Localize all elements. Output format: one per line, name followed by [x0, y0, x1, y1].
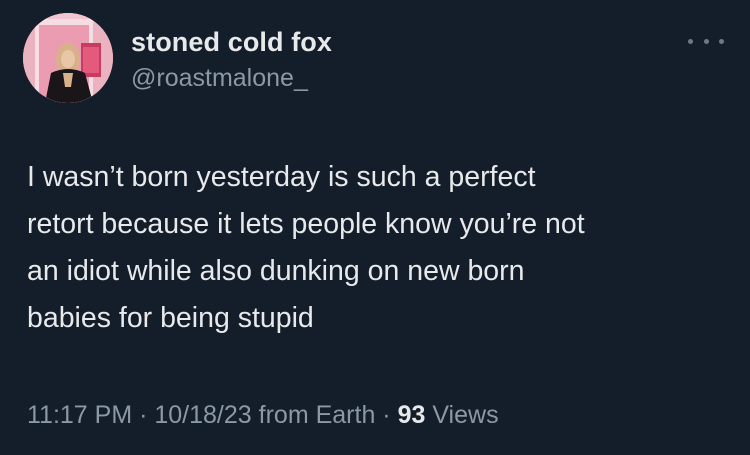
profile-photo — [23, 13, 113, 103]
views-label: Views — [425, 401, 499, 429]
avatar[interactable] — [23, 13, 113, 103]
tweet-text-line: retort because it lets people know you’r… — [27, 208, 585, 240]
display-name[interactable]: stoned cold fox — [131, 27, 332, 58]
more-icon[interactable] — [688, 34, 724, 48]
tweet-text-line: I wasn’t born yesterday is such a perfec… — [27, 161, 536, 193]
views-count[interactable]: 93 — [398, 401, 426, 429]
tweet-text-line: an idiot while also dunking on new born — [27, 255, 525, 287]
tweet: stoned cold fox @roastmalone_ I wasn’t b… — [0, 0, 750, 455]
separator: · — [375, 401, 398, 429]
tweet-meta: 11:17 PM · 10/18/23 from Earth · 93 View… — [27, 401, 499, 430]
tweet-source: from Earth — [251, 401, 376, 429]
tweet-text-line: babies for being stupid — [27, 302, 314, 334]
tweet-text: I wasn’t born yesterday is such a perfec… — [27, 154, 727, 342]
dot — [719, 38, 724, 44]
separator: · — [132, 401, 155, 429]
tweet-date[interactable]: 10/18/23 — [154, 401, 251, 429]
dot — [703, 38, 709, 44]
user-handle[interactable]: @roastmalone_ — [131, 64, 308, 93]
tweet-time[interactable]: 11:17 PM — [27, 401, 132, 429]
dot — [688, 38, 693, 44]
